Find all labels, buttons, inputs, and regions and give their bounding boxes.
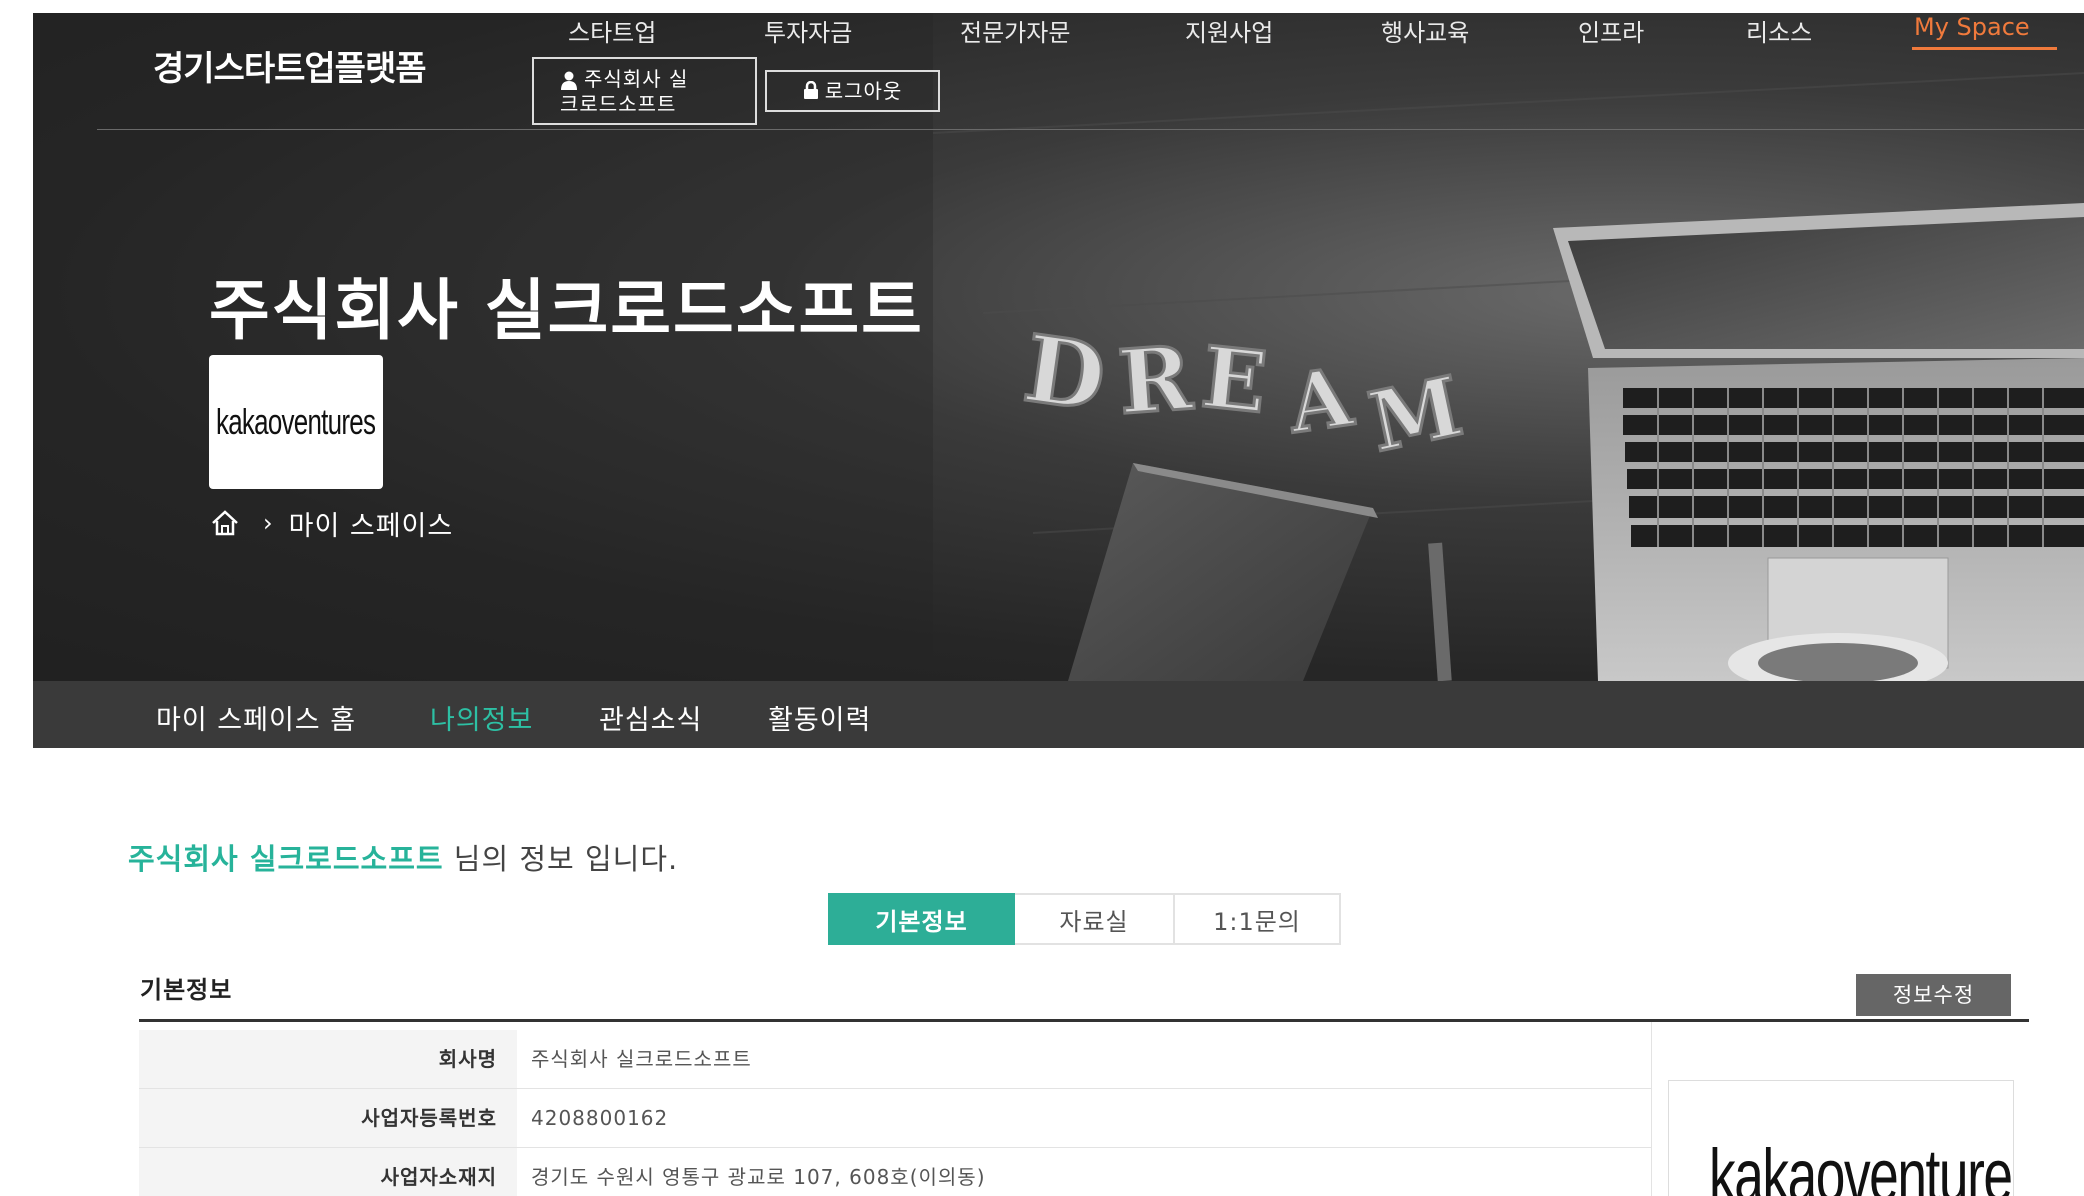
breadcrumb: › 마이 스페이스 — [209, 504, 454, 543]
nav-item-startup[interactable]: 스타트업 — [568, 13, 656, 48]
user-name-line1: 주식회사 실 — [584, 67, 689, 91]
company-logo-text: kakaoventures — [216, 401, 376, 442]
nav-item-events[interactable]: 행사교육 — [1381, 13, 1469, 48]
row-value-business-number: 4208800162 — [531, 1106, 669, 1130]
section-title: 기본정보 — [140, 976, 233, 1004]
greeting-text: 주식회사 실크로드소프트 님의 정보 입니다. — [128, 836, 678, 878]
info-tabs: 기본정보 자료실 1:1문의 — [828, 893, 1341, 945]
nav-item-investment[interactable]: 투자자금 — [764, 13, 852, 48]
svg-text:A: A — [1282, 349, 1358, 451]
myspace-subnav: 마이 스페이스 홈 나의정보 관심소식 활동이력 — [33, 681, 2084, 748]
user-name-line2: 크로드소프트 — [560, 92, 677, 116]
nav-item-support[interactable]: 지원사업 — [1185, 13, 1273, 48]
svg-text:R: R — [1115, 325, 1196, 434]
logout-label: 로그아웃 — [824, 79, 903, 103]
subnav-item-home[interactable]: 마이 스페이스 홈 — [156, 698, 356, 737]
company-logo-preview-text: kakaoventures — [1709, 1134, 2014, 1196]
logout-button[interactable]: 로그아웃 — [765, 70, 940, 112]
nav-item-myspace[interactable]: My Space — [1914, 13, 2030, 41]
svg-text:E: E — [1197, 327, 1271, 432]
basic-info-table: 회사명 주식회사 실크로드소프트 사업자등록번호 4208800162 사업자소… — [139, 1030, 1651, 1196]
greeting-suffix: 님의 정보 입니다. — [443, 842, 679, 876]
nav-item-resource[interactable]: 리소스 — [1746, 13, 1812, 48]
header-divider — [97, 129, 2084, 130]
subnav-item-activity[interactable]: 활동이력 — [768, 698, 871, 737]
home-icon[interactable] — [209, 507, 241, 539]
svg-text:M: M — [1361, 358, 1470, 471]
row-label-company-name: 회사명 — [139, 1030, 517, 1088]
row-value-address: 경기도 수원시 영통구 광교로 107, 608호(이의동) — [531, 1165, 986, 1189]
row-label-business-number: 사업자등록번호 — [139, 1089, 517, 1147]
user-profile-button[interactable]: 주식회사 실 크로드소프트 — [532, 57, 757, 125]
breadcrumb-current[interactable]: 마이 스페이스 — [289, 504, 454, 543]
table-top-border — [139, 1019, 2029, 1022]
table-row: 사업자소재지 경기도 수원시 영통구 광교로 107, 608호(이의동) — [139, 1148, 1651, 1196]
subnav-item-myinfo[interactable]: 나의정보 — [430, 698, 533, 737]
row-label-address: 사업자소재지 — [139, 1148, 517, 1196]
row-value-company-name: 주식회사 실크로드소프트 — [531, 1047, 752, 1071]
table-row: 회사명 주식회사 실크로드소프트 — [139, 1030, 1651, 1089]
company-logo: kakaoventures — [209, 355, 383, 489]
company-logo-preview: kakaoventures — [1668, 1080, 2014, 1196]
company-title: 주식회사 실크로드소프트 — [209, 272, 924, 349]
greeting-company-name: 주식회사 실크로드소프트 — [128, 842, 444, 876]
table-row: 사업자등록번호 4208800162 — [139, 1089, 1651, 1148]
svg-text:D: D — [1018, 314, 1112, 432]
table-divider — [1651, 1022, 1652, 1196]
breadcrumb-separator-icon: › — [263, 509, 273, 537]
lock-icon — [803, 80, 818, 99]
nav-active-underline — [1912, 47, 2057, 50]
tab-archive[interactable]: 자료실 — [1015, 893, 1175, 945]
nav-item-expert[interactable]: 전문가자문 — [960, 13, 1070, 48]
tab-inquiry[interactable]: 1:1문의 — [1175, 893, 1341, 945]
nav-item-infra[interactable]: 인프라 — [1578, 13, 1644, 48]
hero-banner: D R E A M 경기스타트업플랫폼 스타트업 투자자금 전문가자문 지원사업… — [33, 13, 2084, 681]
edit-info-button[interactable]: 정보수정 — [1856, 974, 2011, 1016]
site-logo[interactable]: 경기스타트업플랫폼 — [153, 41, 427, 90]
user-icon — [561, 71, 577, 90]
tab-basic-info[interactable]: 기본정보 — [828, 893, 1015, 945]
subnav-item-interest[interactable]: 관심소식 — [599, 698, 702, 737]
